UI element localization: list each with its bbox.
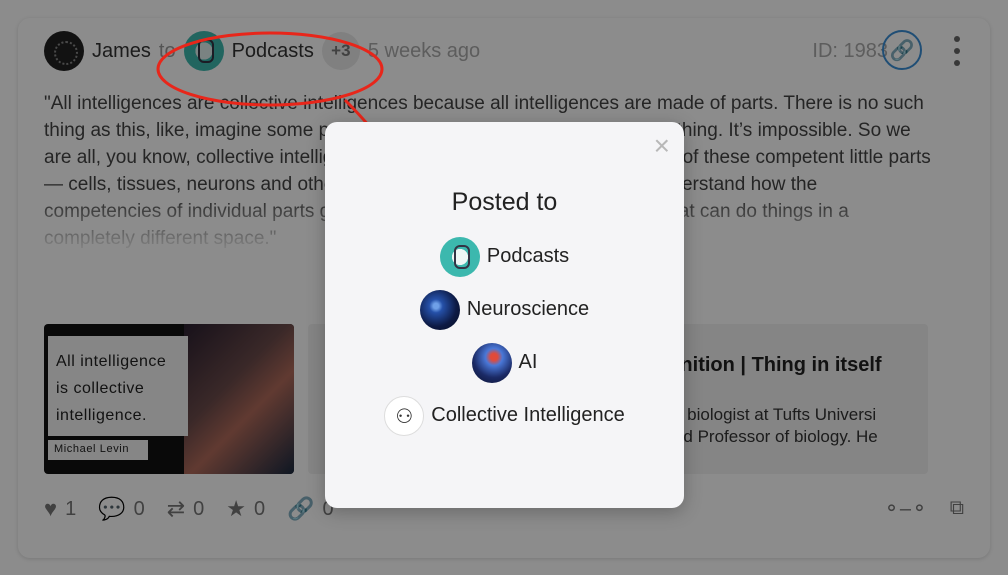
space-item-ai[interactable]: AI — [471, 342, 538, 383]
podcasts-avatar — [439, 236, 480, 277]
modal-title: Posted to — [451, 188, 558, 216]
space-item-neuroscience[interactable]: Neuroscience — [419, 289, 590, 330]
collective-intelligence-avatar — [384, 395, 425, 436]
space-list: Podcasts Neuroscience AI Collective Inte… — [325, 236, 684, 436]
ai-avatar — [471, 342, 512, 383]
posted-to-modal: × Posted to Podcasts Neuroscience AI Col… — [325, 122, 684, 508]
space-label: Collective Intelligence — [431, 404, 625, 426]
space-label: Podcasts — [486, 245, 570, 267]
space-item-collective-intelligence[interactable]: Collective Intelligence — [384, 395, 625, 436]
space-item-podcasts[interactable]: Podcasts — [439, 236, 570, 277]
close-icon[interactable]: × — [654, 132, 670, 160]
space-label: Neuroscience — [466, 298, 590, 320]
space-label: AI — [518, 351, 538, 373]
neuroscience-avatar — [419, 289, 460, 330]
